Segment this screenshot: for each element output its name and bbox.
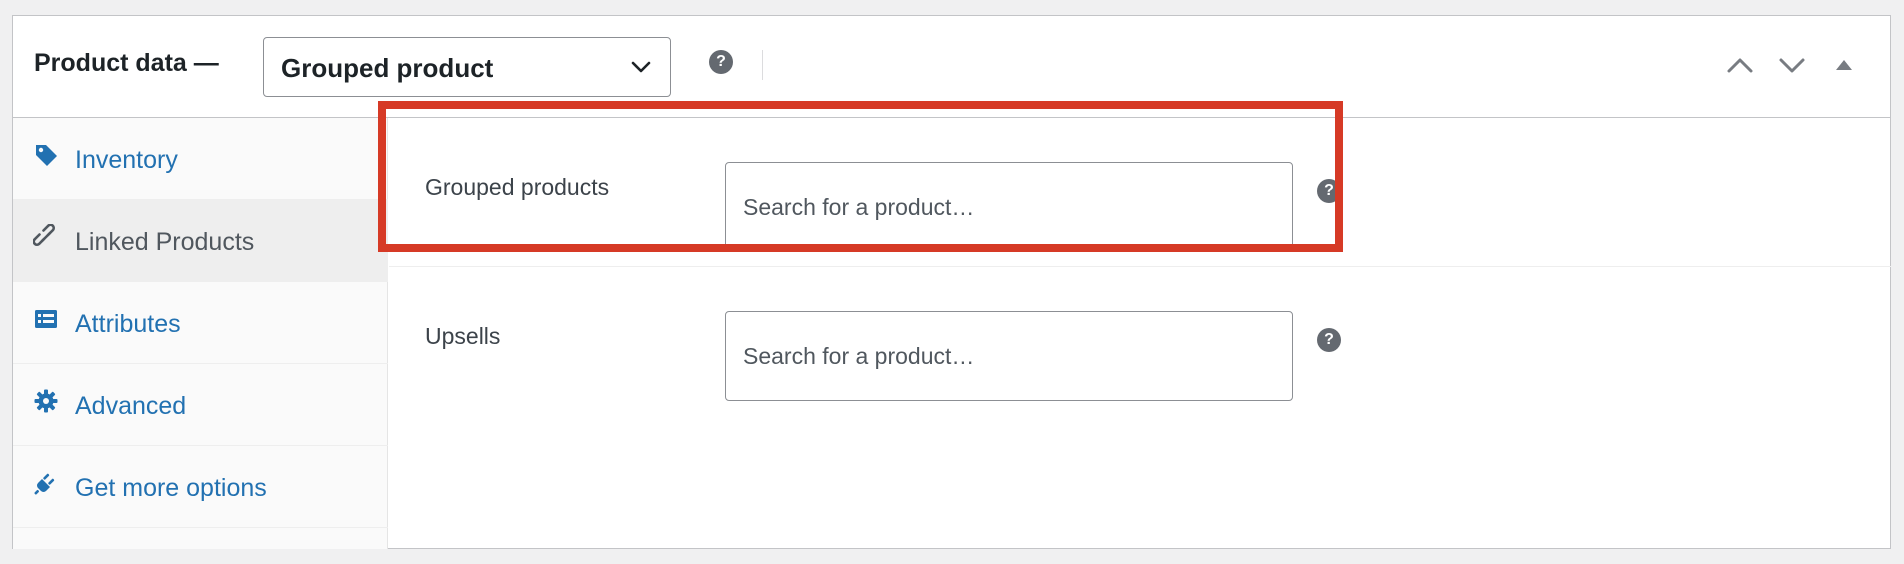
product-data-tabs: Inventory Linked Products Attributes Adv… bbox=[13, 118, 388, 549]
chevron-down-icon bbox=[631, 61, 651, 73]
tab-linked-products[interactable]: Linked Products bbox=[13, 200, 388, 282]
tab-inventory[interactable]: Inventory bbox=[13, 118, 388, 200]
tab-label: Linked Products bbox=[75, 228, 255, 256]
panel-header: Product data — Grouped product ? bbox=[13, 16, 1890, 118]
plug-icon bbox=[34, 473, 55, 495]
product-type-select[interactable]: Grouped product bbox=[263, 37, 671, 97]
tag-icon bbox=[36, 145, 57, 166]
link-icon bbox=[33, 224, 55, 246]
tab-advanced[interactable]: Advanced bbox=[13, 364, 388, 446]
tab-label: Inventory bbox=[75, 146, 178, 174]
grouped-products-label: Grouped products bbox=[425, 174, 610, 200]
product-type-value: Grouped product bbox=[281, 53, 494, 83]
collapse-toggle-icon[interactable] bbox=[1827, 48, 1861, 82]
list-icon bbox=[35, 310, 57, 328]
upsells-row: Upsells ? bbox=[389, 267, 1891, 417]
tab-label: Get more options bbox=[75, 474, 267, 502]
grouped-products-row: Grouped products ? bbox=[389, 118, 1891, 266]
header-divider bbox=[762, 50, 763, 80]
help-icon[interactable]: ? bbox=[1317, 179, 1341, 203]
panel-title: Product data — bbox=[34, 49, 219, 77]
move-up-icon[interactable] bbox=[1723, 48, 1757, 82]
help-icon[interactable]: ? bbox=[1317, 328, 1341, 352]
help-icon[interactable]: ? bbox=[709, 50, 733, 74]
grouped-products-search-input[interactable] bbox=[725, 162, 1293, 252]
tab-label: Attributes bbox=[75, 310, 181, 338]
tab-attributes[interactable]: Attributes bbox=[13, 282, 388, 364]
gear-icon bbox=[34, 389, 58, 413]
tab-get-more-options[interactable]: Get more options bbox=[13, 446, 388, 528]
upsells-label: Upsells bbox=[425, 323, 501, 349]
tab-label: Advanced bbox=[75, 392, 187, 420]
move-down-icon[interactable] bbox=[1775, 48, 1809, 82]
upsells-search-input[interactable] bbox=[725, 311, 1293, 401]
product-data-panel: Product data — Grouped product ? Invento… bbox=[12, 15, 1891, 549]
